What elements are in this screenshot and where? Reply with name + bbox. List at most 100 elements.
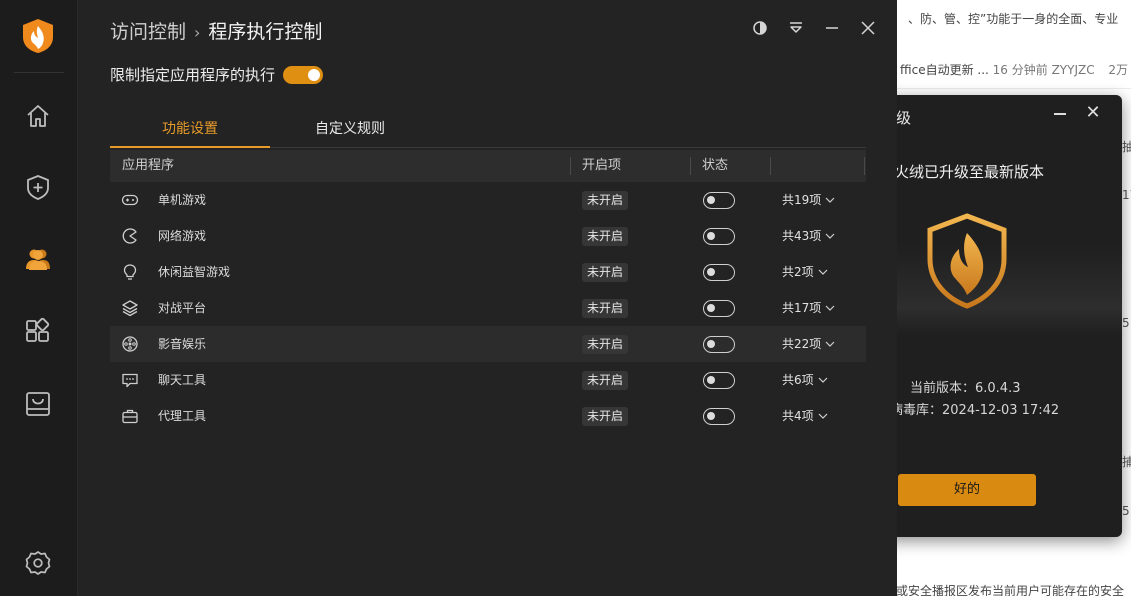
column-header-status: 状态: [702, 158, 729, 173]
tab-function-settings[interactable]: 功能设置: [110, 112, 270, 148]
row-count[interactable]: 共17项: [782, 290, 821, 326]
row-name: 影音娱乐: [158, 337, 207, 351]
update-popup: 级 ✕ 火绒已升级至最新版本 当前版本：6.0.4.3 病毒库：2024-12-…: [870, 95, 1122, 537]
status-toggle[interactable]: [703, 408, 735, 425]
startup-badge: 未开启: [582, 335, 629, 354]
chevron-down-icon[interactable]: [825, 340, 835, 348]
bg-edge-text: 5: [1122, 316, 1130, 330]
theme-toggle-icon[interactable]: [750, 18, 770, 38]
sidebar-tools-button[interactable]: [23, 317, 53, 347]
table-row[interactable]: 网络游戏 未开启 共43项: [110, 218, 866, 254]
breadcrumb: 访问控制 › 程序执行控制: [110, 17, 322, 44]
tab-custom-rules[interactable]: 自定义规则: [270, 112, 430, 148]
bg-divider: [890, 88, 1131, 89]
table-row[interactable]: 代理工具 未开启 共4项: [110, 398, 866, 434]
popup-title: 级: [896, 109, 912, 127]
row-count[interactable]: 共19项: [782, 182, 821, 218]
shield-plus-icon: [27, 175, 49, 200]
chevron-down-icon[interactable]: [825, 304, 835, 312]
row-name: 对战平台: [158, 301, 207, 315]
bg-text-line: 、防、管、控”功能于一身的全面、专业: [908, 12, 1119, 26]
restrict-execution-toggle[interactable]: [283, 65, 324, 84]
row-count[interactable]: 共4项: [782, 398, 814, 434]
startup-badge: 未开启: [582, 299, 629, 318]
gamepad-icon: [121, 194, 139, 206]
column-divider: [690, 157, 691, 175]
row-name: 聊天工具: [158, 373, 207, 387]
sidebar-protection-button[interactable]: [23, 172, 53, 202]
chevron-down-icon[interactable]: [825, 232, 835, 240]
startup-badge: 未开启: [582, 371, 629, 390]
bg-edge-text: 5: [1122, 504, 1130, 518]
table-row[interactable]: 影音娱乐 未开启 共22项: [110, 326, 866, 362]
chevron-down-icon[interactable]: [825, 196, 835, 204]
sidebar-store-button[interactable]: [23, 389, 53, 419]
status-toggle[interactable]: [703, 264, 735, 281]
row-name: 单机游戏: [158, 193, 207, 207]
table-row[interactable]: 聊天工具 未开启 共6项: [110, 362, 866, 398]
column-divider: [570, 157, 571, 175]
row-count[interactable]: 共43项: [782, 218, 821, 254]
app-category-table: 应用程序 开启项 状态 单机游戏 未开启 共19项 网络游戏 未开启 共43项 …: [110, 150, 866, 434]
tab-bar: 功能设置 自定义规则: [110, 112, 866, 148]
table-row[interactable]: 单机游戏 未开启 共19项: [110, 182, 866, 218]
page-title: 程序执行控制: [208, 21, 323, 43]
minimize-icon[interactable]: [822, 18, 842, 38]
dropdown-menu-icon[interactable]: [786, 18, 806, 38]
sidebar-separator: [14, 72, 64, 73]
bg-article-meta: 16 分钟前 ZYYJZC: [992, 63, 1095, 77]
chevron-down-icon[interactable]: [818, 268, 828, 276]
bg-article-title[interactable]: ffice自动更新 ...: [900, 63, 989, 77]
close-icon[interactable]: [858, 18, 878, 38]
status-toggle[interactable]: [703, 192, 735, 209]
restrict-execution-row: 限制指定应用程序的执行: [110, 64, 324, 85]
home-icon: [27, 105, 49, 127]
lightbulb-icon: [123, 264, 137, 280]
table-row[interactable]: 休闲益智游戏 未开启 共2项: [110, 254, 866, 290]
sidebar-access-control-button[interactable]: [23, 244, 53, 274]
huorong-shield-icon: [927, 213, 1007, 309]
startup-badge: 未开启: [582, 407, 629, 426]
status-toggle[interactable]: [703, 228, 735, 245]
bg-text-line: 或安全播报区发布当前用户可能存在的安全: [896, 584, 1125, 596]
popup-close-button[interactable]: ✕: [1083, 103, 1103, 123]
chevron-down-icon[interactable]: [818, 412, 828, 420]
table-row[interactable]: 对战平台 未开启 共17项: [110, 290, 866, 326]
row-name: 休闲益智游戏: [158, 265, 231, 279]
table-header: 应用程序 开启项 状态: [110, 150, 866, 182]
sidebar: [0, 0, 78, 596]
bg-edge-text: 17: [1122, 188, 1131, 202]
chevron-down-icon[interactable]: [818, 376, 828, 384]
popup-minimize-button[interactable]: [1050, 103, 1070, 123]
app-window: 访问控制 › 程序执行控制 限制指定应用程序的执行 功能设置 自定义规则 应用程序: [0, 0, 897, 596]
breadcrumb-parent[interactable]: 访问控制: [110, 21, 186, 43]
row-name: 网络游戏: [158, 229, 207, 243]
film-reel-icon: [122, 336, 138, 352]
sidebar-settings-button[interactable]: [23, 548, 53, 578]
row-count[interactable]: 共2项: [782, 254, 814, 290]
restrict-execution-label: 限制指定应用程序的执行: [110, 66, 276, 84]
row-count[interactable]: 共6项: [782, 362, 814, 398]
status-toggle[interactable]: [703, 336, 735, 353]
row-name: 代理工具: [158, 409, 207, 423]
layers-icon: [122, 300, 138, 317]
column-divider: [864, 157, 865, 175]
column-header-startup: 开启项: [582, 158, 622, 173]
popup-ok-button[interactable]: 好的: [898, 474, 1036, 506]
pacman-icon: [122, 228, 137, 244]
toolbox-icon: [122, 409, 138, 424]
main-content: 访问控制 › 程序执行控制 限制指定应用程序的执行 功能设置 自定义规则 应用程序: [78, 0, 897, 596]
sidebar-home-button[interactable]: [23, 101, 53, 131]
bag-icon: [26, 392, 50, 416]
status-toggle[interactable]: [703, 372, 735, 389]
status-toggle[interactable]: [703, 300, 735, 317]
row-count[interactable]: 共22项: [782, 326, 821, 362]
bg-article-row[interactable]: ffice自动更新 ... 16 分钟前 ZYYJZC 2万: [900, 61, 1128, 78]
popup-version-text: 当前版本：6.0.4.3: [910, 381, 1021, 396]
apps-grid-icon: [26, 317, 50, 342]
column-header-app: 应用程序: [122, 158, 175, 173]
startup-badge: 未开启: [582, 191, 629, 210]
startup-badge: 未开启: [582, 227, 629, 246]
users-icon: [26, 249, 50, 270]
bg-article-extra: 2万: [1108, 63, 1129, 77]
